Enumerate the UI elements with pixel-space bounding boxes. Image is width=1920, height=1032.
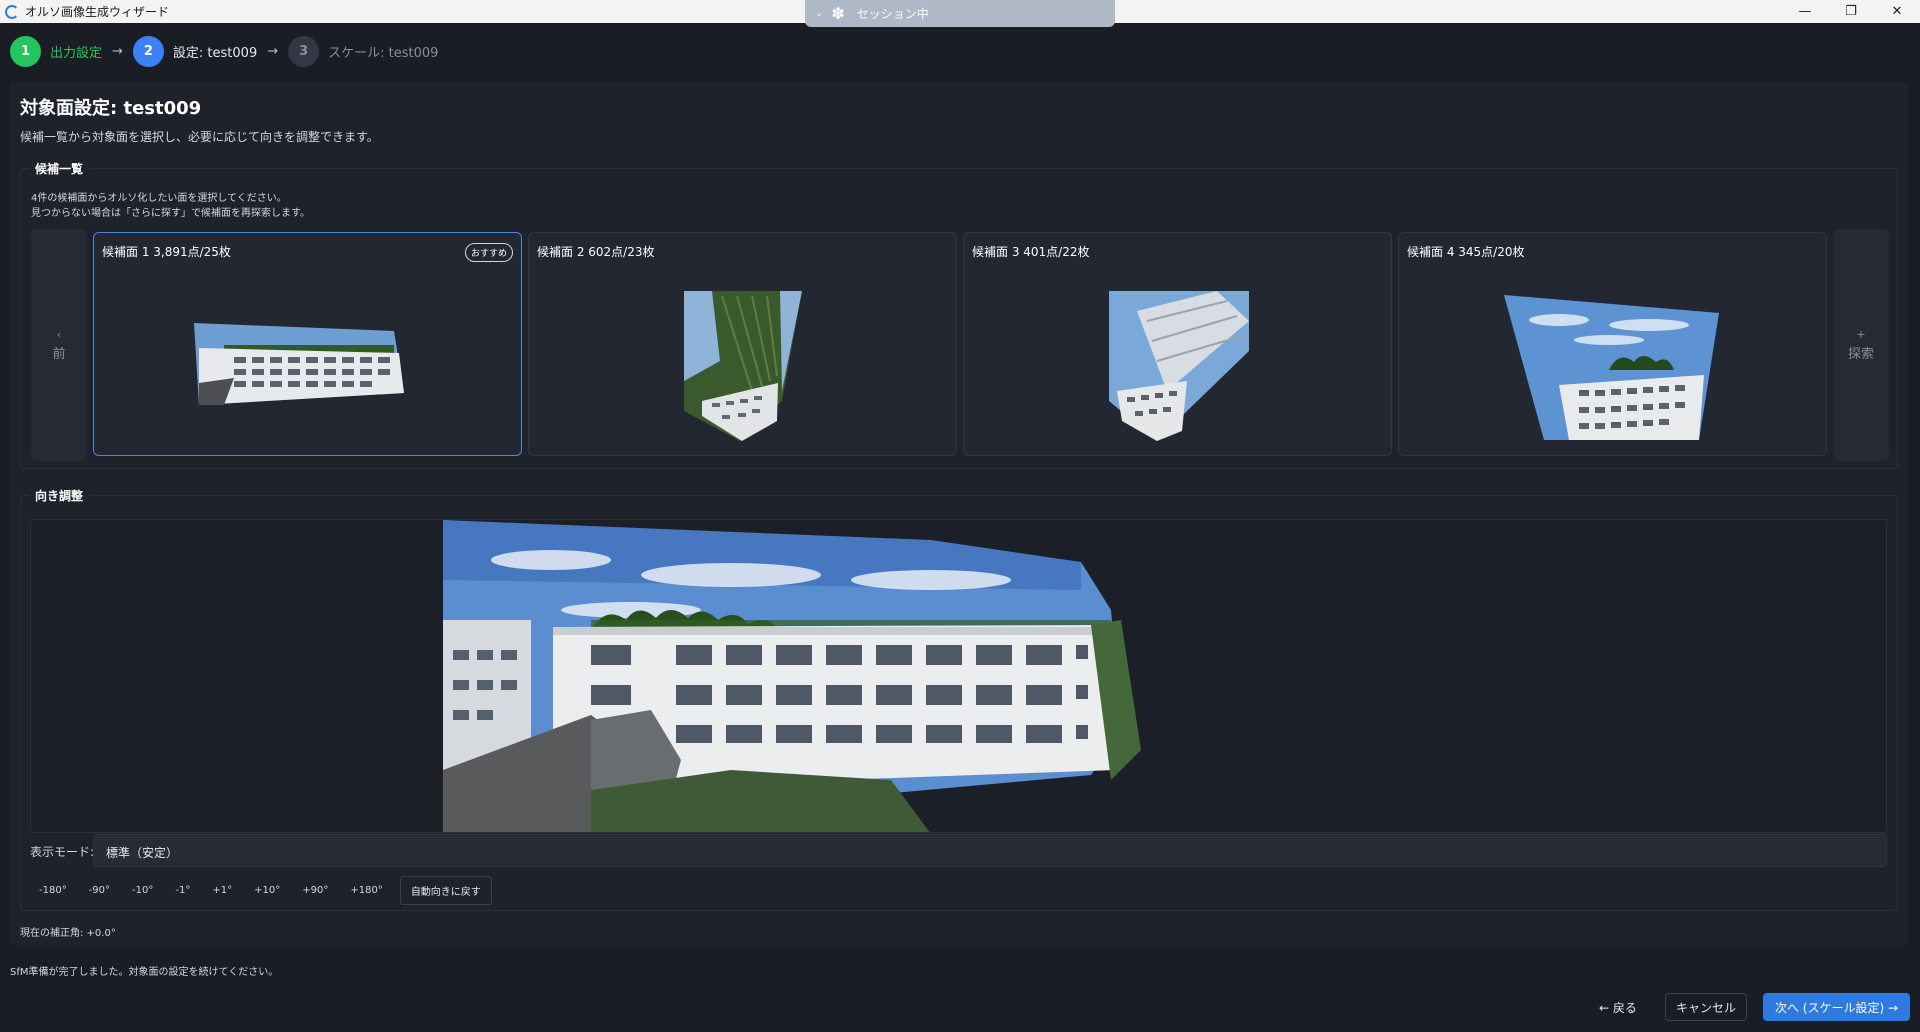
rotate-plus-90-button[interactable]: +90° (293, 880, 337, 901)
current-angle: 現在の補正角: +0.0° (20, 928, 116, 939)
rotate-plus-1-button[interactable]: +1° (203, 880, 241, 901)
step-1-circle: 1 (10, 35, 41, 67)
step-3-label: スケール: test009 (328, 45, 439, 61)
orientation-preview[interactable] (30, 519, 1887, 833)
next-button[interactable]: 次へ (スケール設定) → (1763, 993, 1910, 1021)
window-title: オルソ画像生成ウィザード (25, 5, 170, 19)
wizard-steps: 1 出力設定 → 2 設定: test009 → 3 スケール: test009 (10, 35, 439, 67)
step-3-circle: 3 (288, 35, 320, 67)
rotation-buttons: -180° -90° -10° -1° +1° +10° +90° +180° … (30, 875, 492, 905)
explore-button[interactable]: + 探索 (1833, 229, 1889, 461)
status-message: SfM準備が完了しました。対象面の設定を続けてください。 (10, 967, 279, 978)
main-panel: 対象面設定: test009 候補一覧から対象面を選択し、必要に応じて向きを調整… (10, 82, 1908, 945)
back-button[interactable]: ← 戻る (1591, 993, 1645, 1022)
step-1-label: 出力設定 (50, 45, 103, 61)
rotate-minus-1-button[interactable]: -1° (166, 880, 199, 901)
candidate-label: 候補面 3 401点/22枚 (972, 245, 1090, 259)
candidates-group: 候補一覧 4件の候補面からオルソ化したい面を選択してください。 見つからない場合… (20, 160, 1898, 469)
chevron-down-icon[interactable]: ⌄ (815, 8, 823, 19)
candidates-hint-line2: 見つからない場合は「さらに探す」で候補面を再探索します。 (31, 208, 310, 219)
rotate-plus-180-button[interactable]: +180° (341, 880, 391, 901)
prev-label: 前 (52, 347, 66, 362)
session-label: セッション中 (856, 7, 929, 21)
display-mode-row: 表示モード: 標準（安定） (30, 834, 1887, 867)
candidates-group-title: 候補一覧 (29, 160, 90, 177)
maximize-button[interactable]: ❐ (1828, 0, 1874, 23)
step-arrow: → (267, 43, 279, 59)
plus-icon: + (1856, 328, 1866, 341)
candidate-thumbnail (684, 291, 802, 441)
candidate-card-1[interactable]: 候補面 1 3,891点/25枚 おすすめ (93, 232, 522, 456)
explore-label: 探索 (1847, 347, 1874, 362)
rotate-minus-90-button[interactable]: -90° (80, 880, 119, 901)
step-arrow: → (112, 43, 123, 59)
step-2-label: 設定: test009 (172, 45, 258, 61)
step-2-circle: 2 (132, 35, 164, 67)
display-mode-select[interactable]: 標準（安定） (93, 834, 1887, 867)
window-controls: — ❐ ✕ (1782, 0, 1920, 23)
cancel-button[interactable]: キャンセル (1665, 993, 1747, 1021)
candidate-thumbnail (194, 323, 404, 405)
session-bar[interactable]: ⌄ ✽ セッション中 (805, 0, 1115, 27)
candidate-card-4[interactable]: 候補面 4 345点/20枚 (1398, 232, 1827, 456)
close-button[interactable]: ✕ (1874, 0, 1920, 23)
candidate-label: 候補面 2 602点/23枚 (537, 245, 655, 259)
page-title: 対象面設定: test009 (20, 98, 202, 119)
rotate-minus-10-button[interactable]: -10° (123, 880, 162, 901)
rotate-plus-10-button[interactable]: +10° (245, 880, 289, 901)
rotate-minus-180-button[interactable]: -180° (30, 880, 76, 901)
candidate-thumbnail (1504, 295, 1719, 440)
candidate-thumbnail (1109, 291, 1249, 441)
mosaic-preview-image (443, 520, 1141, 832)
candidate-label: 候補面 1 3,891点/25枚 (102, 245, 231, 259)
candidate-label: 候補面 4 345点/20枚 (1407, 245, 1525, 259)
candidate-card-2[interactable]: 候補面 2 602点/23枚 (528, 232, 957, 456)
minimize-button[interactable]: — (1782, 0, 1828, 23)
display-mode-label: 表示モード: (30, 845, 95, 859)
candidates-hint-line1: 4件の候補面からオルソ化したい面を選択してください。 (31, 193, 287, 204)
prev-button[interactable]: ‹ 前 (31, 229, 87, 461)
chevron-left-icon: ‹ (56, 328, 62, 341)
page-description: 候補一覧から対象面を選択し、必要に応じて向きを調整できます。 (20, 130, 379, 144)
orientation-group-title: 向き調整 (29, 487, 90, 504)
recommended-badge: おすすめ (464, 243, 513, 262)
candidates-hint: 4件の候補面からオルソ化したい面を選択してください。 見つからない場合は「さらに… (31, 191, 310, 221)
session-logo-icon: ✽ (831, 4, 845, 23)
candidate-card-3[interactable]: 候補面 3 401点/22枚 (963, 232, 1392, 456)
reset-orientation-button[interactable]: 自動向きに戻す (399, 875, 492, 905)
app-icon (5, 4, 19, 19)
